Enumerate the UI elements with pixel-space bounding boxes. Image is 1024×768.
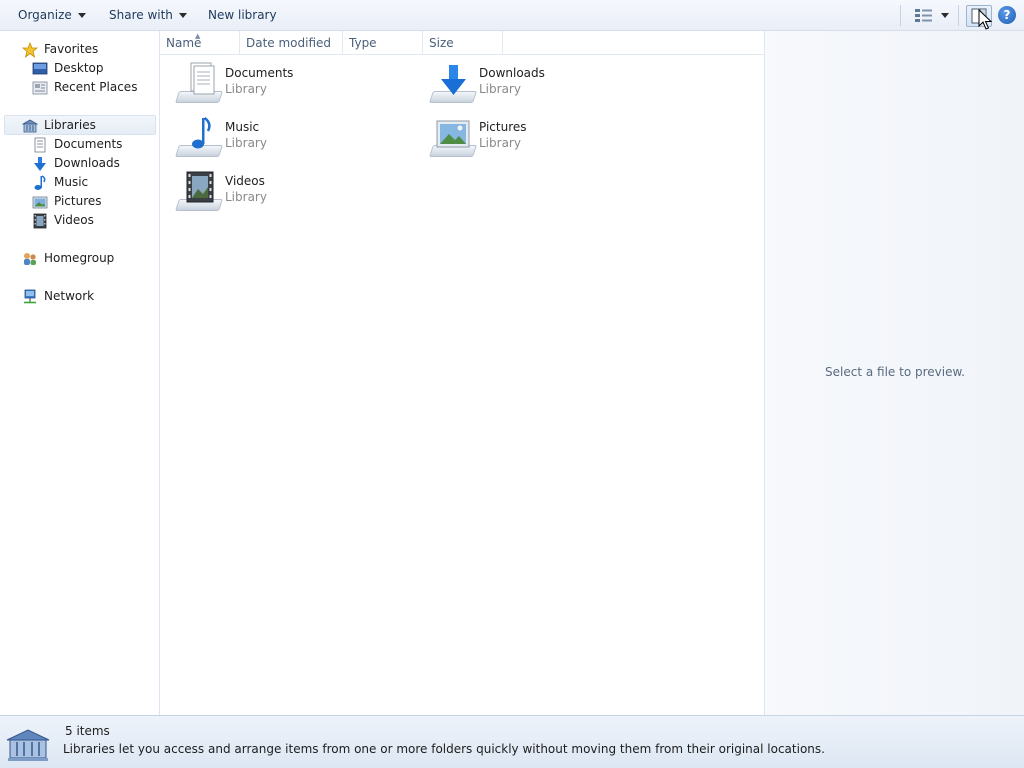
downloads-library-icon — [429, 61, 479, 107]
download-arrow-icon — [34, 156, 46, 171]
document-stack-graphic — [190, 62, 215, 95]
nav-label: Libraries — [44, 118, 96, 132]
view-options-chevron-icon[interactable] — [941, 13, 949, 18]
column-header: Name ▲ Date modified Type Size — [160, 31, 764, 55]
picture-frame-graphic — [436, 120, 470, 148]
preview-pane: Select a file to preview. — [764, 31, 1024, 715]
change-view-icon[interactable] — [915, 9, 932, 22]
column-date-label: Date modified — [246, 36, 332, 50]
library-tile-music[interactable]: Music Library — [175, 115, 425, 163]
nav-item-documents[interactable]: Documents — [32, 135, 122, 154]
mouse-pointer-icon — [978, 9, 992, 30]
help-icon[interactable]: ? — [998, 6, 1016, 24]
nav-item-pictures[interactable]: Pictures — [32, 192, 102, 211]
tile-type: Library — [225, 190, 267, 204]
file-list: Name ▲ Date modified Type Size Documents — [160, 31, 764, 715]
share-with-button[interactable]: Share with — [109, 7, 187, 24]
nav-item-libraries[interactable]: Libraries — [22, 116, 96, 135]
recent-places-icon — [32, 81, 48, 94]
nav-item-downloads[interactable]: Downloads — [32, 154, 120, 173]
tile-type: Library — [479, 136, 521, 150]
nav-item-homegroup[interactable]: Homegroup — [22, 249, 114, 268]
nav-label: Homegroup — [44, 251, 115, 265]
libraries-description: Libraries let you access and arrange ite… — [63, 742, 825, 756]
library-tile-documents[interactable]: Documents Library — [175, 61, 425, 109]
toolbar-divider — [900, 5, 901, 26]
picture-icon — [32, 196, 48, 208]
library-tile-pictures[interactable]: Pictures Library — [429, 115, 679, 163]
tile-name: Pictures — [479, 120, 527, 134]
nav-label: Downloads — [54, 156, 120, 170]
details-pane: 5 items Libraries let you access and arr… — [0, 715, 1024, 768]
new-library-button[interactable]: New library — [208, 7, 277, 24]
new-library-label: New library — [208, 8, 277, 22]
nav-label: Pictures — [54, 194, 102, 208]
tile-name: Videos — [225, 174, 265, 188]
nav-item-network[interactable]: Network — [22, 287, 94, 306]
libraries-icon — [6, 729, 50, 761]
nav-label: Documents — [54, 137, 123, 151]
videos-library-icon — [175, 169, 225, 215]
organize-label: Organize — [18, 8, 72, 22]
chevron-down-icon — [77, 13, 86, 18]
preview-empty-message: Select a file to preview. — [825, 365, 965, 379]
documents-library-icon — [175, 61, 225, 107]
film-strip-icon — [33, 213, 47, 228]
tile-type: Library — [479, 82, 521, 96]
download-arrow-graphic — [441, 65, 466, 95]
toolbar-divider — [958, 5, 959, 26]
nav-item-recent-places[interactable]: Recent Places — [32, 78, 137, 97]
nav-item-music[interactable]: Music — [32, 173, 88, 192]
share-with-label: Share with — [109, 8, 173, 22]
sort-ascending-icon: ▲ — [195, 32, 201, 40]
music-library-icon — [175, 115, 225, 161]
nav-label: Videos — [54, 213, 94, 227]
tile-type: Library — [225, 82, 267, 96]
tile-type: Library — [225, 136, 267, 150]
column-size[interactable]: Size — [423, 31, 503, 55]
nav-label: Favorites — [44, 42, 99, 56]
nav-label: Recent Places — [54, 80, 138, 94]
column-date-modified[interactable]: Date modified — [240, 31, 343, 55]
star-icon — [22, 41, 38, 58]
column-size-label: Size — [429, 36, 454, 50]
column-type[interactable]: Type — [343, 31, 423, 55]
homegroup-icon — [24, 252, 36, 265]
nav-item-favorites[interactable]: Favorites — [22, 40, 98, 59]
tile-name: Documents — [225, 66, 294, 80]
pictures-library-icon — [429, 115, 479, 161]
film-strip-graphic — [186, 171, 214, 203]
library-tile-downloads[interactable]: Downloads Library — [429, 61, 679, 109]
nav-label: Desktop — [54, 61, 104, 75]
nav-label: Music — [54, 175, 89, 189]
nav-item-desktop[interactable]: Desktop — [32, 59, 104, 78]
nav-label: Network — [44, 289, 95, 303]
item-count: 5 items — [65, 724, 110, 738]
tile-name: Music — [225, 120, 260, 134]
desktop-icon — [32, 62, 48, 74]
chevron-down-icon — [178, 13, 187, 18]
organize-button[interactable]: Organize — [18, 7, 86, 24]
command-bar: Organize Share with New library ? — [0, 0, 1024, 31]
network-icon — [24, 289, 36, 303]
column-type-label: Type — [349, 36, 377, 50]
libraries-icon — [22, 119, 38, 132]
library-tile-videos[interactable]: Videos Library — [175, 169, 425, 217]
music-note-icon — [34, 174, 46, 190]
navigation-pane: Favorites Desktop Recent Places Librarie… — [0, 31, 160, 715]
music-note-graphic — [192, 116, 211, 149]
nav-item-videos[interactable]: Videos — [32, 211, 94, 230]
document-icon — [34, 137, 46, 152]
tile-name: Downloads — [479, 66, 545, 80]
